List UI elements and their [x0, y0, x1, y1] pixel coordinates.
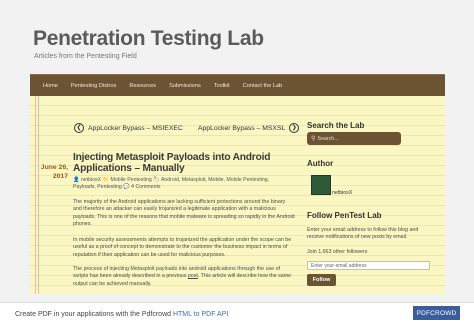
post-comments-link[interactable]: 4 Comments — [131, 184, 160, 190]
next-post-title: AppLocker Bypass – MSXSL — [198, 124, 286, 132]
paper-margin-line — [35, 96, 36, 294]
post-category-link[interactable]: Mobile Pentesting — [111, 177, 152, 183]
author-icon: 👤 — [73, 177, 80, 183]
follow-button[interactable]: Follow — [307, 274, 336, 286]
nav-contact[interactable]: Contact the Lab — [243, 83, 283, 89]
nav-resources[interactable]: Resources — [129, 83, 156, 89]
pdfcrowd-logo[interactable]: PDFCROWD — [413, 306, 460, 320]
post-title[interactable]: Injecting Metasploit Payloads into Andro… — [73, 152, 293, 174]
pdf-footer-text: Create PDF in your applications with the… — [15, 311, 228, 318]
post-date-day: June 26, — [40, 164, 68, 171]
post-paragraph: The majority of the Android applications… — [73, 199, 295, 228]
comment-icon: 💬 — [123, 184, 130, 190]
post-date-year: 2017 — [52, 173, 68, 180]
email-field[interactable] — [307, 261, 430, 270]
tag-icon: 🏷 — [153, 177, 160, 183]
post-paragraph: The process of injecting Metasploit payl… — [73, 266, 295, 288]
author-name-link[interactable]: netbiosX — [332, 190, 352, 196]
post-date: June 26, 2017 — [36, 163, 68, 181]
nav-pentesting-distros[interactable]: Pentesting Distros — [71, 83, 116, 89]
post-meta: 👤 netbiosX 📁 Mobile Pentesting 🏷 Android… — [73, 177, 293, 191]
previous-post-inline-link[interactable]: post — [188, 273, 198, 279]
search-heading: Search the Lab — [307, 121, 365, 130]
author-heading: Author — [307, 159, 334, 168]
nav-toolkit[interactable]: Toolkit — [214, 83, 230, 89]
site-tagline: Articles from the Pentesting Field — [34, 53, 137, 60]
search-box[interactable]: ⚲ — [307, 132, 401, 145]
pdf-footer: Create PDF in your applications with the… — [0, 302, 474, 335]
author-avatar[interactable] — [311, 175, 331, 195]
main-navigation: Home Pentesting Distros Resources Submis… — [30, 74, 445, 96]
next-post-link[interactable]: AppLocker Bypass – MSXSL ❯ — [198, 123, 300, 133]
followers-count: Join 1,663 other followers — [307, 249, 368, 255]
pdf-api-link[interactable]: HTML to PDF API — [173, 311, 228, 318]
search-icon: ⚲ — [311, 136, 316, 142]
post-paragraph: In mobile security assessments attempts … — [73, 237, 292, 258]
folder-icon: 📁 — [102, 177, 110, 183]
chevron-right-icon: ❯ — [289, 123, 300, 133]
search-input[interactable] — [317, 135, 398, 142]
follow-heading: Follow PenTest Lab — [307, 211, 382, 220]
post-author-link[interactable]: netbiosX — [81, 177, 101, 183]
pdf-footer-label: Create PDF in your applications with the… — [15, 311, 173, 318]
previous-post-link[interactable]: ❮ AppLocker Bypass – MSIEXEC — [74, 123, 183, 133]
nav-submissions[interactable]: Submissions — [169, 83, 201, 89]
paper-margin-line — [38, 96, 39, 294]
previous-post-title: AppLocker Bypass – MSIEXEC — [88, 124, 183, 132]
site-title[interactable]: Penetration Testing Lab — [33, 27, 264, 51]
nav-home[interactable]: Home — [43, 83, 58, 89]
chevron-left-icon: ❮ — [74, 123, 84, 133]
follow-description: Enter your email address to follow this … — [307, 227, 419, 241]
